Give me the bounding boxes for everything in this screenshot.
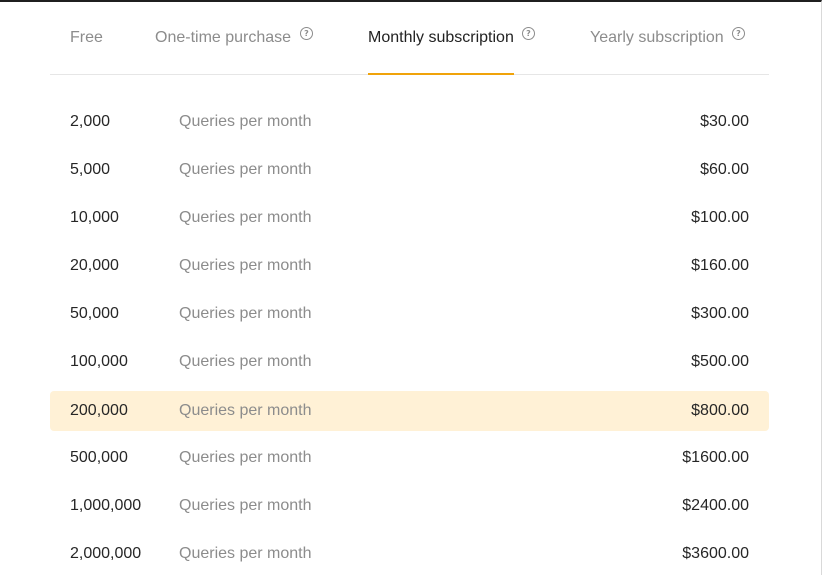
tab-one-time-purchase-label: One-time purchase bbox=[155, 29, 292, 46]
plan-description: Queries per month bbox=[179, 545, 312, 562]
plan-row[interactable]: 5,000 Queries per month $60.00 bbox=[50, 150, 769, 190]
tab-monthly-subscription[interactable]: Monthly subscription ? bbox=[368, 2, 538, 75]
plan-price: $60.00 bbox=[700, 161, 749, 178]
plan-description: Queries per month bbox=[179, 161, 312, 178]
plan-queries: 2,000,000 bbox=[70, 545, 142, 562]
plan-price: $160.00 bbox=[691, 257, 749, 274]
plan-row-selected[interactable]: 200,000 Queries per month $800.00 bbox=[50, 391, 769, 431]
help-icon[interactable]: ? bbox=[300, 27, 313, 40]
active-tab-indicator bbox=[368, 73, 514, 75]
plan-description: Queries per month bbox=[179, 113, 312, 130]
plan-row[interactable]: 100,000 Queries per month $500.00 bbox=[50, 342, 769, 382]
plan-row[interactable]: 20,000 Queries per month $160.00 bbox=[50, 246, 769, 286]
tab-free-label: Free bbox=[70, 29, 103, 46]
plan-description: Queries per month bbox=[179, 497, 312, 514]
plan-queries: 500,000 bbox=[70, 449, 128, 466]
plan-queries: 10,000 bbox=[70, 209, 119, 226]
plan-queries: 200,000 bbox=[70, 402, 128, 419]
plan-description: Queries per month bbox=[179, 257, 312, 274]
plan-queries: 100,000 bbox=[70, 353, 128, 370]
tab-one-time-purchase[interactable]: One-time purchase ? bbox=[155, 2, 315, 74]
plan-price: $300.00 bbox=[691, 305, 749, 322]
plan-price: $1600.00 bbox=[682, 449, 749, 466]
plan-description: Queries per month bbox=[179, 209, 312, 226]
plan-description: Queries per month bbox=[179, 305, 312, 322]
help-icon[interactable]: ? bbox=[732, 27, 745, 40]
plan-price: $500.00 bbox=[691, 353, 749, 370]
plan-row[interactable]: 2,000,000 Queries per month $3600.00 bbox=[50, 534, 769, 574]
tab-yearly-subscription-label: Yearly subscription bbox=[590, 29, 724, 46]
plan-price: $800.00 bbox=[691, 402, 749, 419]
plan-price: $100.00 bbox=[691, 209, 749, 226]
plan-description: Queries per month bbox=[179, 449, 312, 466]
plan-queries: 2,000 bbox=[70, 113, 111, 130]
plan-price: $3600.00 bbox=[682, 545, 749, 562]
plan-row[interactable]: 50,000 Queries per month $300.00 bbox=[50, 294, 769, 334]
plan-price: $2400.00 bbox=[682, 497, 749, 514]
plan-tabs: Free One-time purchase ? Monthly subscri… bbox=[50, 2, 769, 75]
plan-queries: 1,000,000 bbox=[70, 497, 142, 514]
plan-description: Queries per month bbox=[179, 402, 312, 419]
plan-queries: 50,000 bbox=[70, 305, 119, 322]
tab-free[interactable]: Free bbox=[70, 2, 110, 74]
plan-row[interactable]: 2,000 Queries per month $30.00 bbox=[50, 102, 769, 142]
pricing-panel: Free One-time purchase ? Monthly subscri… bbox=[0, 0, 822, 575]
plan-queries: 5,000 bbox=[70, 161, 111, 178]
plan-row[interactable]: 1,000,000 Queries per month $2400.00 bbox=[50, 486, 769, 526]
plan-description: Queries per month bbox=[179, 353, 312, 370]
plan-queries: 20,000 bbox=[70, 257, 119, 274]
tab-monthly-subscription-label: Monthly subscription bbox=[368, 29, 514, 46]
plan-row[interactable]: 500,000 Queries per month $1600.00 bbox=[50, 438, 769, 478]
plan-row[interactable]: 10,000 Queries per month $100.00 bbox=[50, 198, 769, 238]
tab-yearly-subscription[interactable]: Yearly subscription ? bbox=[590, 2, 750, 74]
help-icon[interactable]: ? bbox=[522, 27, 535, 40]
plan-price: $30.00 bbox=[700, 113, 749, 130]
